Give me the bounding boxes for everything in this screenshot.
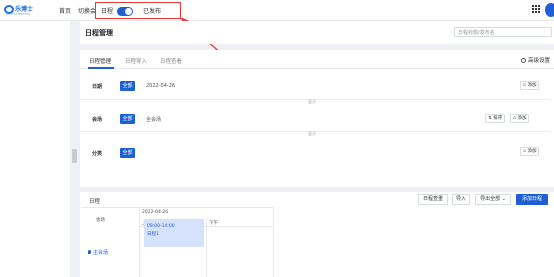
date-row-label: 日期 bbox=[92, 84, 103, 90]
venue-row-name[interactable]: 主会场 bbox=[88, 249, 108, 256]
venue-row-label: 会场 bbox=[92, 117, 103, 123]
page-header: 日程管理 日程标题/发布名 bbox=[80, 21, 554, 44]
venue-sort-button[interactable]: ⇅ 排序 bbox=[485, 114, 506, 123]
tab-schedule-manage[interactable]: 日程管理 bbox=[89, 57, 111, 65]
duplicate-check-button[interactable]: 日程查重 bbox=[418, 194, 448, 205]
grid-afternoon-header: 下午 bbox=[209, 221, 218, 226]
venue-all-button[interactable]: 全部 bbox=[120, 114, 135, 124]
date-option[interactable]: 2022-04-26 bbox=[146, 83, 175, 89]
date-add-label: 添加 bbox=[527, 83, 537, 88]
event-time: 09:00-14:00 bbox=[147, 224, 175, 229]
main-content: 日程管理 日程标题/发布名 日程管理 日程导入 日程查看 高级设置 日期 全部 … bbox=[80, 21, 554, 277]
sidebar-collapse-handle[interactable] bbox=[72, 149, 77, 163]
date-add-button[interactable]: ▫ 添加 bbox=[520, 81, 540, 90]
active-tab-indicator bbox=[88, 67, 114, 69]
topic-add-label: 添加 bbox=[527, 149, 537, 154]
grid-date-header: 2022-04-26 bbox=[142, 210, 169, 215]
event-name: 日程1 bbox=[147, 232, 159, 237]
topic-add-button[interactable]: ▫ 添加 bbox=[520, 147, 540, 156]
topic-row-label: 分类 bbox=[92, 151, 103, 157]
topic-all-button[interactable]: 全部 bbox=[120, 148, 135, 158]
schedule-title: 日程 bbox=[89, 199, 101, 205]
schedule-event-card[interactable]: 09:00-14:00 日程1 bbox=[144, 219, 204, 247]
page-title: 日程管理 bbox=[85, 29, 113, 37]
gear-icon bbox=[520, 58, 526, 63]
export-all-label: 导出全部 bbox=[480, 196, 501, 202]
export-all-button[interactable]: 导出全部 ⌄ bbox=[475, 194, 511, 205]
filter-card: 日程管理 日程导入 日程查看 高级设置 日期 全部 2022-04-26 ▫ 添… bbox=[80, 50, 554, 187]
schedule-panel: 日程 日程查重 导入 导出全部 ⌄ 添加日程 2022-04-26 会场 上午 … bbox=[80, 192, 554, 277]
expand-toggle-2[interactable]: 展开 bbox=[308, 131, 316, 137]
tab-bar: 日程管理 日程导入 日程查看 高级设置 bbox=[80, 50, 554, 69]
expand-toggle-1[interactable]: 展开 bbox=[308, 99, 316, 105]
sidebar bbox=[0, 21, 70, 277]
search-input[interactable]: 日程标题/发布名 bbox=[454, 27, 552, 37]
date-all-button[interactable]: 全部 bbox=[120, 81, 135, 91]
venue-add-label: 添加 bbox=[517, 116, 527, 121]
venue-sort-label: 排序 bbox=[493, 116, 503, 121]
advanced-settings-button[interactable]: 高级设置 bbox=[520, 56, 550, 64]
tab-schedule-view[interactable]: 日程查看 bbox=[160, 57, 182, 65]
venue-option[interactable]: 全会场 bbox=[146, 116, 161, 123]
tab-schedule-import[interactable]: 日程导入 bbox=[125, 57, 147, 65]
grid-venue-header: 会场 bbox=[96, 218, 105, 223]
advanced-settings-label: 高级设置 bbox=[527, 58, 550, 64]
location-pin-icon bbox=[88, 250, 91, 254]
add-schedule-button[interactable]: 添加日程 bbox=[516, 194, 548, 205]
import-button[interactable]: 导入 bbox=[452, 194, 470, 205]
venue-add-button[interactable]: ▫ 添加 bbox=[510, 114, 530, 123]
venue-name: 主会场 bbox=[93, 250, 109, 256]
